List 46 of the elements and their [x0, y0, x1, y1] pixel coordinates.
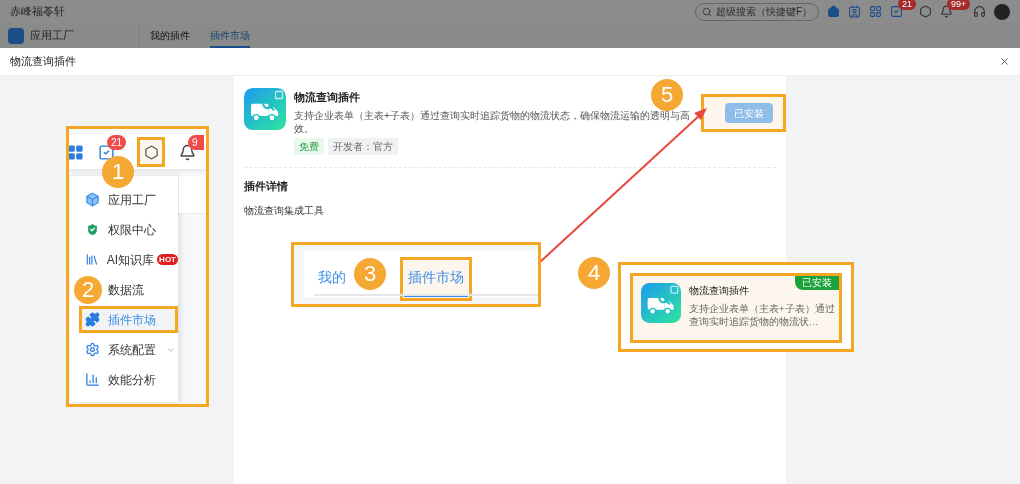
tag: 开发者：官方: [328, 137, 398, 155]
tag: 免费: [294, 137, 324, 155]
modal-title: 物流查询插件: [10, 54, 76, 70]
menu-item[interactable]: 效能分析: [108, 370, 156, 389]
menu-item[interactable]: 系统配置: [108, 340, 156, 359]
menu-item[interactable]: AI知识库: [106, 250, 155, 269]
close-icon[interactable]: [999, 56, 1010, 67]
tab[interactable]: 我的插件: [150, 28, 190, 48]
sidebar-item[interactable]: 应用工厂: [30, 27, 74, 44]
app-logo-icon: [244, 88, 286, 130]
plugin-card[interactable]: 已安装 物流查询插件 支持企业表单（主表+子表）通过查询实时追踪货物的物流状…: [630, 273, 842, 343]
hexagon-icon[interactable]: [919, 5, 932, 18]
avatar[interactable]: [994, 3, 1010, 20]
hot-badge: HOT: [157, 254, 178, 265]
menu-item[interactable]: 应用工厂: [108, 190, 156, 209]
menu-item[interactable]: 权限中心: [108, 220, 156, 239]
menu-item[interactable]: 数据流: [108, 280, 144, 299]
grid-icon[interactable]: [69, 143, 84, 161]
headset-icon[interactable]: [973, 5, 986, 18]
plugin-name: 物流查询插件: [294, 90, 360, 105]
section-text: 物流查询集成工具: [244, 204, 325, 218]
card-description: 支持企业表单（主表+子表）通过查询实时追踪货物的物流状…: [689, 302, 835, 328]
count-badge: 21: [107, 134, 127, 150]
cube-icon: [85, 192, 100, 207]
grid-icon[interactable]: [869, 5, 882, 18]
shield-icon: [85, 222, 100, 237]
gear-icon: [85, 342, 100, 357]
books-icon: [85, 252, 99, 267]
count-badge: 9: [188, 134, 204, 150]
tab[interactable]: 我的: [314, 261, 350, 297]
home-icon[interactable]: [827, 5, 840, 18]
app-title: 赤峰福苓轩: [10, 4, 65, 20]
plugin-description: 支持企业表单（主表+子表）通过查询实时追踪货物的物流状态，确保物流运输的透明与高效。: [294, 108, 691, 135]
card-title: 物流查询插件: [689, 284, 750, 298]
search-icon: [701, 6, 712, 17]
chart-icon: [85, 372, 100, 387]
count-badge: 21: [898, 0, 916, 10]
hexagon-icon[interactable]: [143, 144, 159, 160]
contact-icon[interactable]: [848, 5, 861, 18]
plugin-logo-icon: [641, 283, 681, 323]
section-title: 插件详情: [244, 178, 289, 194]
menu-item[interactable]: 插件市场: [79, 306, 178, 333]
count-badge: 99+: [947, 0, 971, 10]
task-icon[interactable]: [890, 5, 903, 18]
puzzle-icon: [85, 312, 100, 327]
status-badge: 已安装: [795, 276, 839, 290]
